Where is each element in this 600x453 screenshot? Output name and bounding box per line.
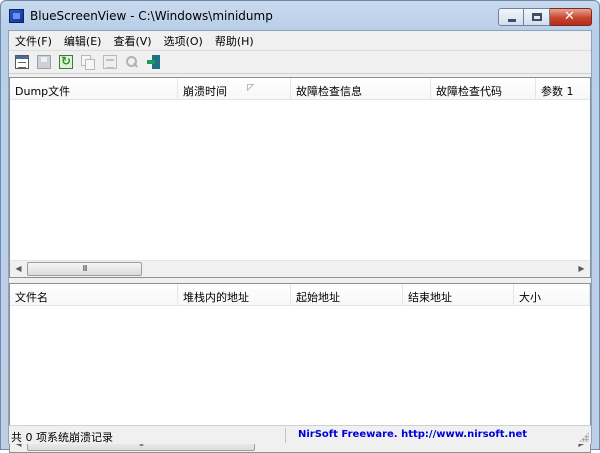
copy-button[interactable] xyxy=(78,52,98,72)
close-icon: ✕ xyxy=(564,9,575,24)
save-button[interactable] xyxy=(34,52,54,72)
status-divider xyxy=(285,428,286,443)
scroll-thumb[interactable]: III xyxy=(27,262,142,276)
client-area: 文件(F) 编辑(E) 查看(V) 选项(O) 帮助(H) Dump文件 崩溃时… xyxy=(8,30,592,453)
column-header-from-address[interactable]: 起始地址 xyxy=(291,284,403,305)
column-header-size[interactable]: 大小 xyxy=(514,284,590,305)
app-icon[interactable] xyxy=(9,9,24,23)
menu-view[interactable]: 查看(V) xyxy=(107,31,157,49)
column-header-label: 崩溃时间 xyxy=(183,85,227,98)
scroll-right-icon[interactable]: ▶ xyxy=(573,261,590,277)
maximize-icon xyxy=(532,13,542,21)
menu-file[interactable]: 文件(F) xyxy=(9,31,58,49)
menu-edit[interactable]: 编辑(E) xyxy=(58,31,108,49)
menu-bar: 文件(F) 编辑(E) 查看(V) 选项(O) 帮助(H) xyxy=(9,31,591,49)
scroll-grip: III xyxy=(82,264,87,273)
menu-options[interactable]: 选项(O) xyxy=(158,31,209,49)
window-title: BlueScreenView - C:\Windows\minidump xyxy=(30,9,273,23)
title-bar[interactable]: BlueScreenView - C:\Windows\minidump ✕ xyxy=(1,1,599,31)
minimize-icon xyxy=(508,19,516,22)
close-button[interactable]: ✕ xyxy=(550,8,592,26)
crash-list-hscrollbar[interactable]: ◀ III ▶ xyxy=(10,260,590,277)
find-button[interactable] xyxy=(122,52,142,72)
column-header-filename[interactable]: 文件名 xyxy=(10,284,178,305)
sort-arrow-icon: ◸ xyxy=(247,83,254,93)
find-icon xyxy=(125,55,139,69)
save-icon xyxy=(37,55,51,69)
column-header-crash-time[interactable]: 崩溃时间 ◸ xyxy=(178,78,291,99)
toolbar xyxy=(9,50,591,74)
properties-icon xyxy=(15,55,29,69)
column-header-dump-file[interactable]: Dump文件 xyxy=(10,78,178,99)
column-header-bug-check-code[interactable]: 故障检查代码 xyxy=(431,78,536,99)
caption-buttons: ✕ xyxy=(498,8,592,28)
crash-list-header: Dump文件 崩溃时间 ◸ 故障检查信息 故障检查代码 参数 1 xyxy=(10,78,590,100)
column-header-parameter-1[interactable]: 参数 1 xyxy=(536,78,590,99)
refresh-icon xyxy=(59,54,73,69)
html-report-button[interactable] xyxy=(100,52,120,72)
column-header-bug-check-string[interactable]: 故障检查信息 xyxy=(291,78,431,99)
column-header-to-address[interactable]: 结束地址 xyxy=(403,284,514,305)
maximize-button[interactable] xyxy=(524,8,550,26)
exit-icon xyxy=(147,55,161,69)
html-report-icon xyxy=(103,55,117,69)
minimize-button[interactable] xyxy=(498,8,524,26)
resize-grip-icon[interactable] xyxy=(579,432,589,442)
modules-header: 文件名 堆栈内的地址 起始地址 结束地址 大小 xyxy=(10,284,590,306)
exit-button[interactable] xyxy=(144,52,164,72)
column-header-address-in-stack[interactable]: 堆栈内的地址 xyxy=(178,284,291,305)
main-window: BlueScreenView - C:\Windows\minidump ✕ 文… xyxy=(0,0,600,453)
crash-list-pane[interactable]: Dump文件 崩溃时间 ◸ 故障检查信息 故障检查代码 参数 1 ◀ III ▶ xyxy=(9,77,591,278)
menu-help[interactable]: 帮助(H) xyxy=(209,31,260,49)
refresh-button[interactable] xyxy=(56,52,76,72)
status-bar: 共 0 项系统崩溃记录 NirSoft Freeware. http://www… xyxy=(9,425,591,444)
scroll-left-icon[interactable]: ◀ xyxy=(10,261,27,277)
copy-icon xyxy=(81,55,95,70)
properties-button[interactable] xyxy=(12,52,32,72)
nirsoft-link[interactable]: NirSoft Freeware. http://www.nirsoft.net xyxy=(298,429,527,440)
status-count: 共 0 项系统崩溃记录 xyxy=(11,431,113,444)
